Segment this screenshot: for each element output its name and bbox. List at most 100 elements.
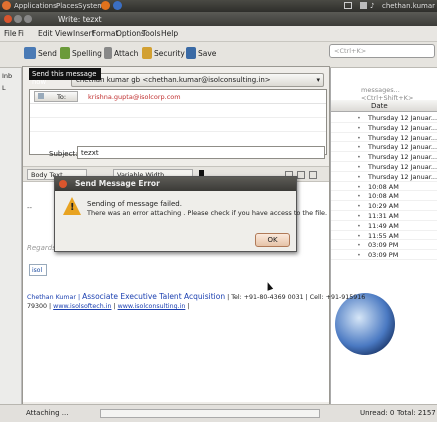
menu-edit[interactable]: Edit xyxy=(38,29,53,38)
read-status-icon[interactable]: • xyxy=(357,114,361,122)
message-date: 10:08 AM xyxy=(368,182,399,191)
dialog-title: Send Message Error xyxy=(75,179,160,188)
message-date: 03:09 PM xyxy=(368,241,399,250)
status-unread: Unread: 0 xyxy=(360,409,395,417)
read-status-icon[interactable]: • xyxy=(357,241,361,249)
menu-file[interactable]: File xyxy=(4,29,17,38)
message-row[interactable]: • 10:29 AM xyxy=(331,201,437,211)
panel-menu-places[interactable]: Places xyxy=(56,2,78,10)
read-status-icon[interactable]: • xyxy=(357,183,361,191)
mail-indicator-icon[interactable] xyxy=(344,2,352,9)
read-status-icon[interactable]: • xyxy=(357,163,361,171)
ubuntu-logo-icon[interactable] xyxy=(2,1,11,10)
subject-label: Subject: xyxy=(49,150,78,158)
to-type-select[interactable]: To: xyxy=(34,91,78,102)
message-date: 10:29 AM xyxy=(368,202,399,211)
message-row[interactable]: • Thursday 12 Januar... xyxy=(331,152,437,162)
message-row[interactable]: • Thursday 12 Januar... xyxy=(331,133,437,143)
folder-inbox[interactable]: Inb xyxy=(2,72,12,80)
send-icon[interactable] xyxy=(24,47,36,59)
save-icon[interactable] xyxy=(186,47,196,59)
window-maximize-icon[interactable] xyxy=(24,15,32,23)
list-icon[interactable] xyxy=(309,171,317,179)
read-status-icon[interactable]: • xyxy=(357,192,361,200)
isol-logo-text: isol xyxy=(32,267,43,274)
address-line-empty[interactable] xyxy=(30,119,326,132)
message-row[interactable]: • 11:55 AM xyxy=(331,231,437,241)
window-close-icon[interactable] xyxy=(4,15,12,23)
read-status-icon[interactable]: • xyxy=(357,153,361,161)
top-panel: Applications Places System ♪ chethan.kum… xyxy=(0,0,437,12)
read-status-icon[interactable]: • xyxy=(357,134,361,142)
signature-link-isolconsulting[interactable]: www.isolconsulting.in xyxy=(118,303,186,310)
outdent-icon[interactable] xyxy=(297,171,305,179)
message-row[interactable]: • 03:09 PM xyxy=(331,240,437,251)
spelling-button[interactable]: Spelling xyxy=(72,49,102,58)
send-tooltip: Send this message now xyxy=(29,68,101,86)
menu-format[interactable]: Format xyxy=(92,29,118,38)
quick-search-input[interactable]: <Ctrl+K> xyxy=(329,44,435,58)
message-row[interactable]: • 03:09 PM xyxy=(331,250,437,260)
window-title: Write: tezxt xyxy=(58,15,102,24)
menu-tools[interactable]: Tools xyxy=(142,29,160,38)
network-icon[interactable] xyxy=(360,2,367,9)
message-date: Thursday 12 Januar... xyxy=(368,163,437,171)
menu-options[interactable]: Options xyxy=(116,29,145,38)
message-row[interactable]: • Thursday 12 Januar... xyxy=(331,142,437,153)
menu-view[interactable]: View xyxy=(55,29,73,38)
message-date: Thursday 12 Januar... xyxy=(368,123,437,132)
read-status-icon[interactable]: • xyxy=(357,173,361,181)
send-button[interactable]: Send xyxy=(38,49,57,58)
security-icon[interactable] xyxy=(142,47,152,59)
dialog-close-icon[interactable] xyxy=(59,180,67,188)
menu-help[interactable]: Help xyxy=(161,29,178,38)
user-menu[interactable]: chethan.kumar xyxy=(382,2,435,10)
message-row[interactable]: • Thursday 12 Januar... xyxy=(331,172,437,182)
address-line-empty[interactable] xyxy=(30,105,326,118)
message-list-header: Date xyxy=(331,100,437,112)
status-attaching: Attaching ... xyxy=(26,409,69,417)
to-recipient-field[interactable]: krishna.gupta@isolcorp.com xyxy=(88,93,181,101)
message-row[interactable]: • Thursday 12 Januar... xyxy=(331,162,437,172)
attach-button[interactable]: Attach xyxy=(114,49,138,58)
read-status-icon[interactable]: • xyxy=(357,232,361,240)
message-list-pane: messages... <Ctrl+Shift+K> Date • Thursda… xyxy=(330,68,437,408)
message-row[interactable]: • Thursday 12 Januar... xyxy=(331,113,437,123)
dialog-message-line1: Sending of message failed. xyxy=(87,200,182,208)
read-status-icon[interactable]: • xyxy=(357,222,361,230)
read-status-icon[interactable]: • xyxy=(357,212,361,220)
message-row[interactable]: • 10:08 AM xyxy=(331,182,437,192)
security-button[interactable]: Security xyxy=(154,49,185,58)
firefox-launcher-icon[interactable] xyxy=(101,1,110,10)
regards-text: Regards xyxy=(27,244,56,252)
ok-button[interactable]: OK xyxy=(255,233,290,247)
signature-link-isolsoftech[interactable]: www.isolsoftech.in xyxy=(53,303,111,310)
help-launcher-icon[interactable] xyxy=(113,1,122,10)
signature-phone: | Tel: +91-80-4369 0031 | Cell: +91-9159… xyxy=(227,294,366,301)
read-status-icon[interactable]: • xyxy=(357,143,361,151)
message-row[interactable]: • 10:08 AM xyxy=(331,191,437,202)
subject-input[interactable]: tezxt xyxy=(77,146,325,159)
message-date: Thursday 12 Januar... xyxy=(368,133,437,142)
spelling-icon[interactable] xyxy=(60,47,70,59)
attach-icon[interactable] xyxy=(104,47,112,59)
menu-file-alt[interactable]: Fi xyxy=(18,29,24,38)
panel-menu-applications[interactable]: Applications xyxy=(14,2,57,10)
to-line: To: krishna.gupta@isolcorp.com xyxy=(30,90,326,104)
read-status-icon[interactable]: • xyxy=(357,202,361,210)
from-select[interactable]: chethan kumar gb <chethan.kumar@isolcons… xyxy=(71,73,324,87)
read-status-icon[interactable]: • xyxy=(357,251,361,259)
signature-line2: 79300 | www.isolsoftech.in | www.isolcon… xyxy=(27,303,190,310)
folder-local[interactable]: L xyxy=(2,84,6,92)
message-date: Thursday 12 Januar... xyxy=(368,114,437,122)
warning-icon: ! xyxy=(63,197,81,215)
read-status-icon[interactable]: • xyxy=(357,124,361,132)
compose-titlebar: Write: tezxt xyxy=(0,12,437,26)
message-row[interactable]: • Thursday 12 Januar... xyxy=(331,123,437,133)
save-button[interactable]: Save xyxy=(198,49,216,58)
message-row[interactable]: • 11:49 AM xyxy=(331,221,437,231)
volume-icon[interactable]: ♪ xyxy=(370,2,374,10)
date-column-header[interactable]: Date xyxy=(371,102,388,110)
message-row[interactable]: • 11:31 AM xyxy=(331,211,437,221)
window-minimize-icon[interactable] xyxy=(14,15,22,23)
